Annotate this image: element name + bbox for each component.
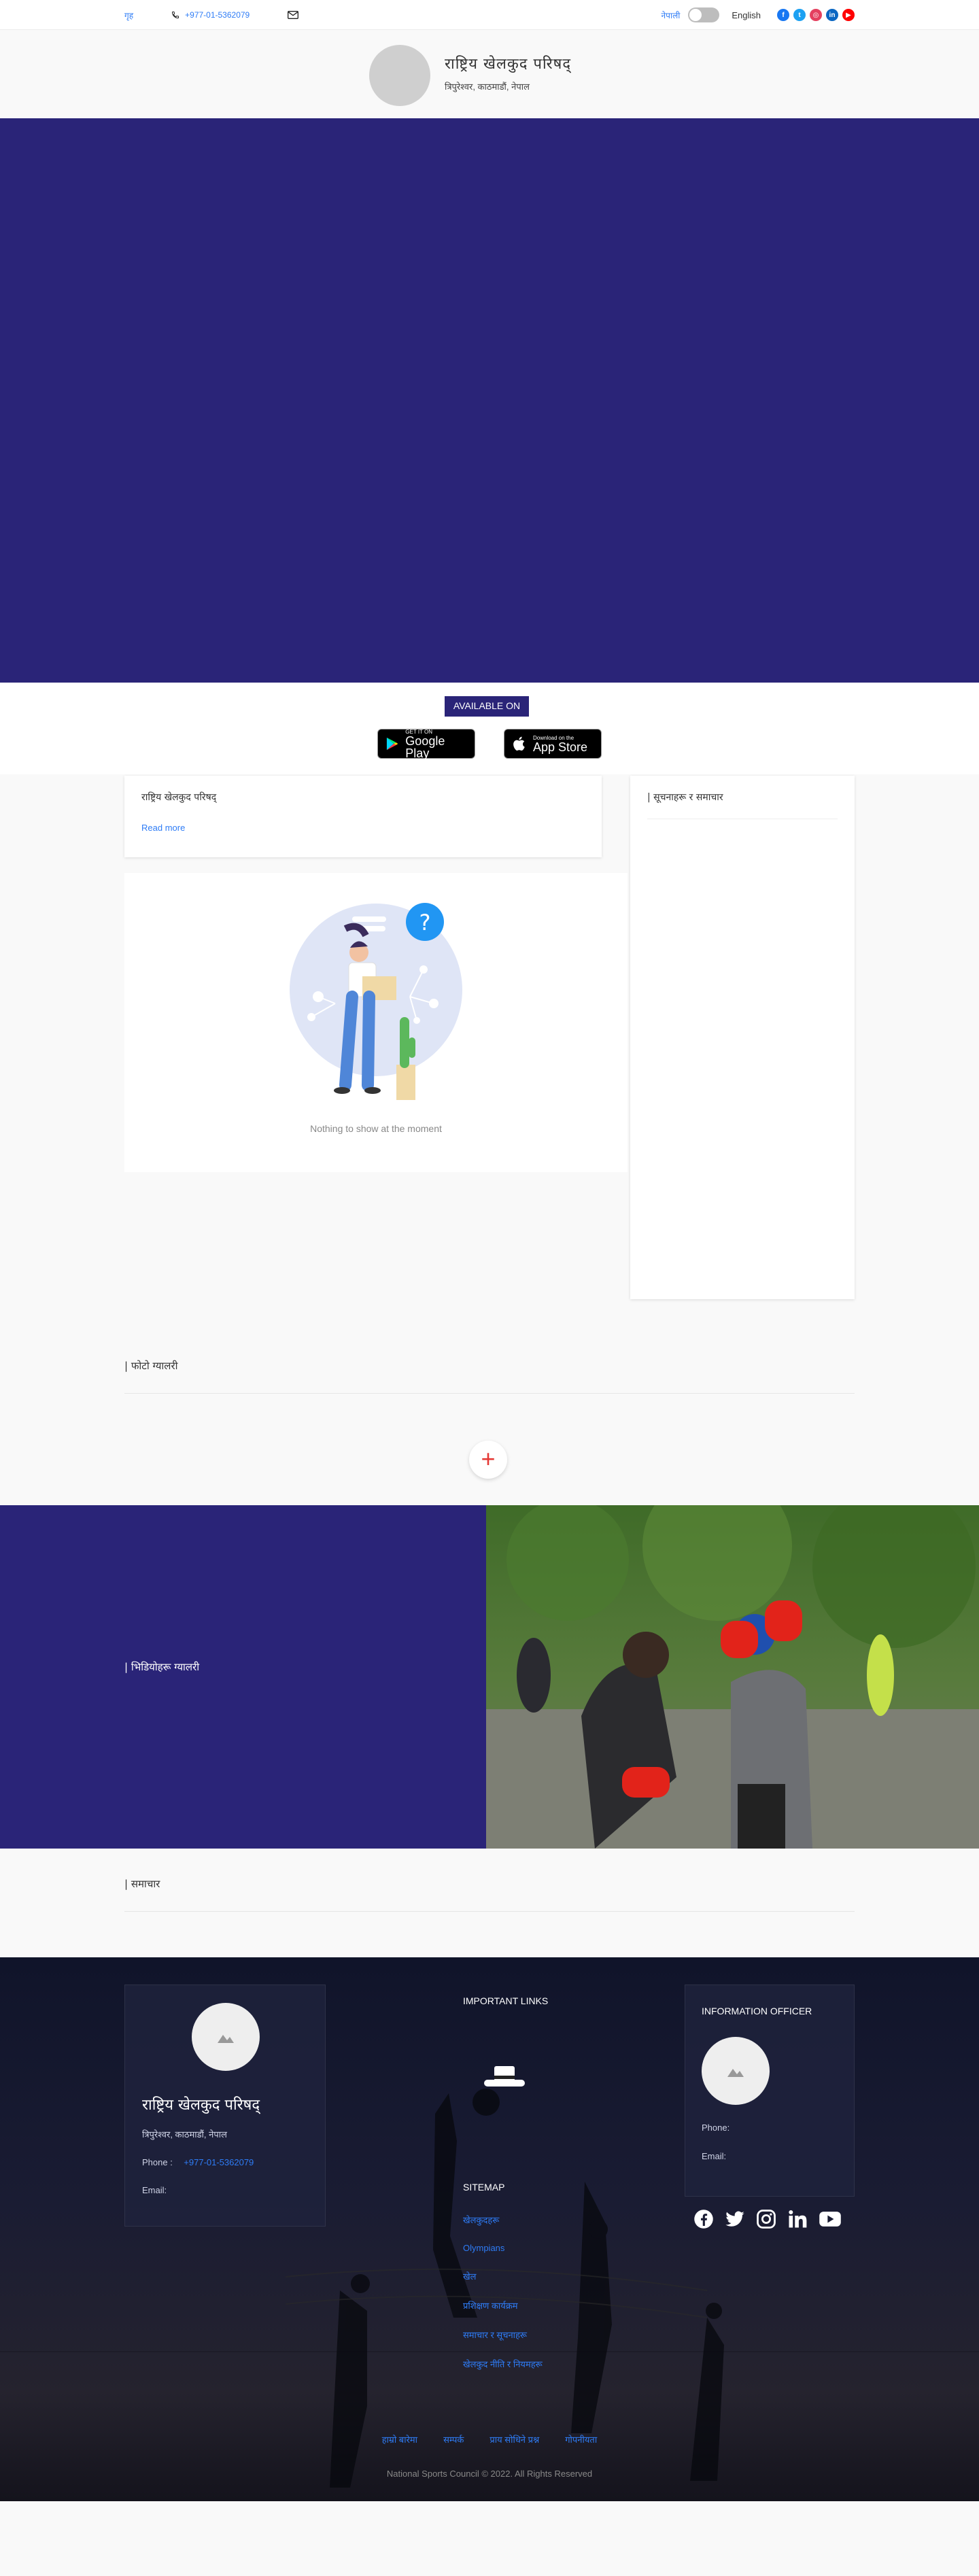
phone-number: +977-01-5362079 — [185, 10, 250, 20]
app-store-big-text: App Store — [533, 740, 588, 754]
footer-bottom-links: हाम्रो बारेमा सम्पर्क प्राय सोधिने प्रश्न ग… — [0, 2433, 979, 2445]
sitemap-heading: SITEMAP — [463, 2182, 505, 2193]
footer-bottom-link[interactable]: सम्पर्क — [443, 2433, 464, 2445]
language-native-label: नेपाली — [661, 10, 681, 20]
photo-gallery-section: | फोटो ग्यालरी + — [0, 1345, 979, 1505]
phone-icon — [172, 12, 179, 19]
officer-email-label: Email: — [702, 2151, 727, 2161]
sitemap-links: खेलकुदहरू Olympians खेल प्रशिक्षण कार्यक्रम… — [463, 2214, 543, 2387]
top-bar: गृह +977-01-5362079 नेपाली English f t ◎ in… — [0, 0, 979, 30]
twitter-icon[interactable]: t — [793, 9, 806, 21]
home-link[interactable]: गृह — [124, 10, 133, 21]
video-gallery-panel: | भिडियोहरू ग्यालरी — [0, 1505, 486, 1849]
empty-state: ? Nothing to show at the moment — [124, 873, 628, 1172]
news-title: | समाचार — [124, 1878, 160, 1890]
twitter-icon[interactable] — [725, 2209, 745, 2229]
sitemap-link[interactable]: खेलकुद नीति र नियमहरू — [463, 2358, 543, 2370]
information-officer-heading: INFORMATION OFFICER — [702, 2006, 812, 2016]
sitemap-link[interactable]: खेल — [463, 2270, 543, 2282]
notice-card: राष्ट्रिय खेलकुद परिषद् Read more — [124, 776, 602, 857]
page-bottom-spacer — [0, 2501, 979, 2559]
read-more-link[interactable]: Read more — [141, 823, 585, 833]
facebook-icon[interactable] — [693, 2209, 714, 2229]
sitemap-link[interactable]: प्रशिक्षण कार्यक्रम — [463, 2299, 543, 2312]
image-placeholder-icon — [727, 2069, 744, 2077]
footer-bottom-link[interactable]: प्राय सोधिने प्रश्न — [490, 2433, 539, 2445]
footer-phone-row: Phone : +977-01-5362079 — [142, 2157, 254, 2169]
google-play-icon — [386, 737, 398, 751]
footer-org-address: त्रिपुरेश्वर, काठमाडौं, नेपाल — [142, 2129, 227, 2140]
photo-gallery-title: | फोटो ग्यालरी — [124, 1360, 178, 1372]
facebook-icon[interactable]: f — [777, 9, 789, 21]
sitemap-link[interactable]: समाचार र सूचनाहरू — [463, 2329, 543, 2341]
instagram-icon[interactable] — [756, 2209, 776, 2229]
divider — [124, 1393, 855, 1394]
footer-phone-link[interactable]: +977-01-5362079 — [184, 2157, 254, 2167]
footer-org-card: राष्ट्रिय खेलकुद परिषद् त्रिपुरेश्वर, का… — [124, 1985, 326, 2227]
empty-state-illustration: ? — [290, 903, 462, 1100]
footer-social-links — [693, 2209, 842, 2229]
phone-link[interactable]: +977-01-5362079 — [171, 10, 250, 20]
site-header: राष्ट्रिय खेलकुद परिषद् त्रिपुरेश्वर, का… — [0, 30, 979, 118]
divider — [124, 1911, 855, 1912]
sitemap-link[interactable]: Olympians — [463, 2243, 543, 2253]
apple-icon — [513, 736, 525, 751]
linkedin-icon[interactable] — [787, 2209, 808, 2229]
empty-state-text: Nothing to show at the moment — [310, 1123, 442, 1134]
load-more-button[interactable]: + — [469, 1441, 507, 1479]
boxing-photo — [486, 1505, 979, 1849]
site-subtitle: त्रिपुरेश्वर, काठमाडौं, नेपाल — [445, 82, 530, 92]
language-english-label: English — [732, 10, 761, 20]
hero-banner — [0, 118, 979, 683]
footer-phone-label: Phone : — [142, 2157, 173, 2167]
image-placeholder-icon — [218, 2035, 234, 2043]
instagram-icon[interactable]: ◎ — [810, 9, 822, 21]
app-store-button[interactable]: Download on the App Store — [504, 729, 602, 759]
hat-icon — [484, 2066, 525, 2086]
officer-phone-label: Phone: — [702, 2123, 730, 2133]
video-gallery-title: | भिडियोहरू ग्यालरी — [124, 1661, 200, 1673]
email-link[interactable] — [288, 11, 299, 19]
video-gallery-section: | भिडियोहरू ग्यालरी — [0, 1505, 979, 1849]
information-officer-card: INFORMATION OFFICER Phone: Email: — [685, 1985, 855, 2197]
youtube-icon[interactable] — [819, 2209, 842, 2229]
news-sidebar-title: | सूचनाहरू र समाचार — [647, 792, 723, 803]
youtube-icon[interactable]: ▶ — [842, 9, 855, 21]
svg-text:?: ? — [419, 910, 431, 935]
google-play-big-text: Google Play — [405, 734, 445, 760]
app-download-section: AVAILABLE ON GET IT ON Google Play Downl… — [0, 683, 979, 774]
officer-avatar — [702, 2037, 770, 2105]
news-section: | समाचार — [0, 1849, 979, 1957]
footer-email-label: Email: — [142, 2185, 167, 2195]
mail-icon — [288, 11, 299, 19]
footer-bottom-link[interactable]: गोपनीयता — [565, 2433, 597, 2445]
news-sidebar: | सूचनाहरू र समाचार — [630, 776, 855, 1299]
language-toggle[interactable] — [688, 7, 720, 22]
footer: राष्ट्रिय खेलकुद परिषद् त्रिपुरेश्वर, का… — [0, 1957, 979, 2501]
footer-org-title: राष्ट्रिय खेलकुद परिषद् — [142, 2097, 260, 2114]
linkedin-icon[interactable]: in — [826, 9, 838, 21]
main-content: राष्ट्रिय खेलकुद परिषद् Read more ? Noth… — [0, 774, 979, 1345]
footer-bottom-link[interactable]: हाम्रो बारेमा — [382, 2433, 417, 2445]
notice-title: राष्ट्रिय खेलकुद परिषद् — [141, 792, 217, 803]
footer-logo — [192, 2003, 260, 2071]
google-play-button[interactable]: GET IT ON Google Play — [377, 729, 475, 759]
site-logo[interactable] — [369, 45, 430, 106]
copyright-text: National Sports Council © 2022. All Righ… — [386, 2469, 593, 2479]
site-title: राष्ट्रिय खेलकुद परिषद् — [445, 56, 572, 73]
sitemap-link[interactable]: खेलकुदहरू — [463, 2214, 543, 2226]
available-on-label: AVAILABLE ON — [445, 696, 529, 717]
important-links-heading: IMPORTANT LINKS — [463, 1995, 549, 2006]
